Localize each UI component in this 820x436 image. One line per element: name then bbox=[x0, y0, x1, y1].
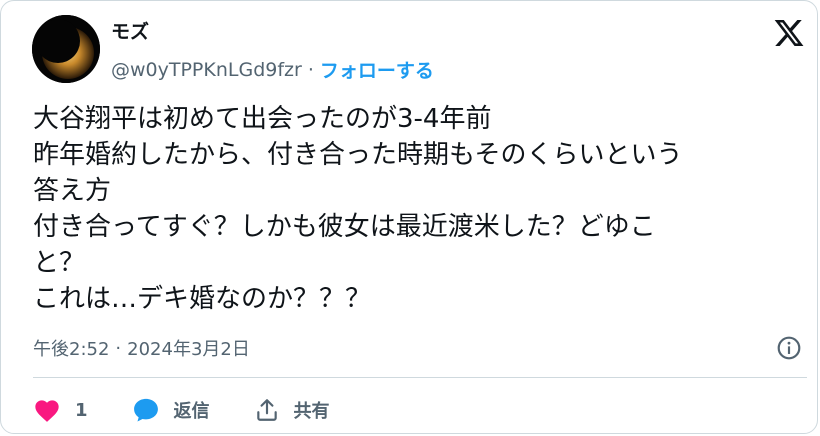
handle-separator: · bbox=[307, 58, 314, 81]
divider bbox=[33, 377, 807, 378]
tweet-timestamp[interactable]: 午後2:52 · 2024年3月2日 bbox=[33, 335, 250, 361]
tweet-date: 2024年3月2日 bbox=[127, 339, 250, 360]
x-logo-icon[interactable] bbox=[773, 17, 805, 49]
tweet-text: 大谷翔平は初めて出会ったのが3-4年前 昨年婚約したから、付き合った時期もそのく… bbox=[33, 101, 793, 317]
tweet-line: と？ bbox=[33, 248, 86, 278]
speech-bubble-icon bbox=[133, 398, 158, 422]
handle-row: @w0yTPPKnLGd9fzr · フォローする bbox=[111, 56, 434, 83]
tweet-line: これは…デキ婚なのか？？？ bbox=[33, 284, 372, 314]
info-icon[interactable] bbox=[776, 335, 802, 361]
like-count: 1 bbox=[75, 399, 88, 421]
tweet-line: 昨年婚約したから、付き合った時期もそのくらいという bbox=[33, 140, 683, 170]
avatar-image bbox=[32, 15, 100, 83]
share-icon bbox=[256, 399, 277, 421]
share-label: 共有 bbox=[293, 401, 330, 422]
share-button[interactable]: 共有 bbox=[254, 397, 330, 423]
follow-button[interactable]: フォローする bbox=[320, 56, 434, 83]
avatar[interactable] bbox=[32, 15, 100, 83]
tweet-line: 答え方 bbox=[33, 176, 112, 206]
display-name[interactable]: モズ bbox=[111, 17, 149, 44]
like-button[interactable]: 1 bbox=[33, 397, 88, 423]
tweet-card: モズ @w0yTPPKnLGd9fzr · フォローする 大谷翔平は初めて出会っ… bbox=[0, 0, 818, 434]
meta-separator: · bbox=[115, 337, 122, 359]
action-bar: 1 返信 共有 bbox=[33, 395, 374, 425]
tweet-line: 大谷翔平は初めて出会ったのが3-4年前 bbox=[33, 104, 492, 134]
reply-label: 返信 bbox=[173, 401, 210, 422]
heart-icon bbox=[35, 400, 59, 422]
tweet-time: 午後2:52 bbox=[33, 339, 110, 360]
tweet-line: 付き合ってすぐ？しかも彼女は最近渡米した？どゆこ bbox=[33, 212, 656, 242]
reply-button[interactable]: 返信 bbox=[132, 397, 210, 423]
user-handle[interactable]: @w0yTPPKnLGd9fzr bbox=[111, 59, 302, 81]
